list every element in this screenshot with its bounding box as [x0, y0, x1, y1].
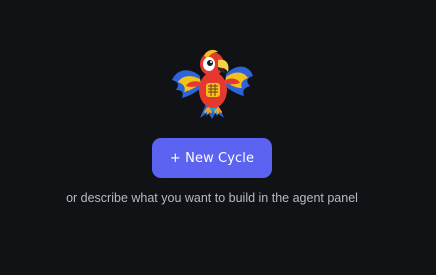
empty-state: + New Cycle or describe what you want to… [0, 0, 436, 275]
parrot-mascot-icon [172, 49, 253, 119]
new-cycle-button[interactable]: + New Cycle [152, 138, 272, 178]
agent-panel-hint: or describe what you want to build in th… [66, 191, 358, 205]
